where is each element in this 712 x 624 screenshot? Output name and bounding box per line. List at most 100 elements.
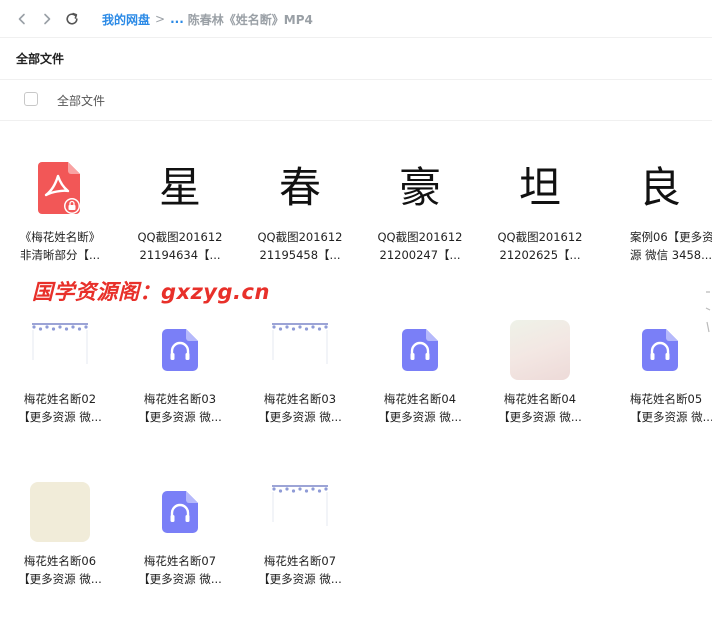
file-name-line2: 21200247【... xyxy=(379,248,461,262)
file-name-line1: 《梅花姓名断》 xyxy=(19,230,101,244)
file-thumbnail xyxy=(150,482,210,542)
file-name-line1: 梅花姓名断05 xyxy=(630,392,703,406)
breadcrumb-root[interactable]: 我的网盘 xyxy=(102,11,150,28)
pdf-file-icon xyxy=(38,162,80,214)
file-name: 梅花姓名断03 【更多资源 微... xyxy=(120,390,240,426)
file-item[interactable]: 梅花姓名断06 【更多资源 微... xyxy=(0,482,120,592)
chevron-left-icon xyxy=(18,13,25,25)
select-all-row: 全部文件 xyxy=(0,80,712,120)
select-all-label: 全部文件 xyxy=(57,94,106,108)
file-name-line1: 梅花姓名断07 xyxy=(263,554,337,568)
file-name: 梅花姓名断03 【更多资源 微... xyxy=(240,390,360,426)
file-thumbnail: 良 xyxy=(630,158,690,218)
file-name: 梅花姓名断04 【更多资源 微... xyxy=(360,390,480,426)
audio-file-icon xyxy=(402,329,438,371)
file-thumbnail xyxy=(390,320,450,380)
file-thumbnail xyxy=(510,320,570,380)
file-item[interactable]: 梅花姓名断04 【更多资源 微... xyxy=(360,320,480,430)
file-name-line1: 梅花姓名断03 xyxy=(143,392,217,406)
file-item[interactable]: 坦 QQ截图201612 21202625【... xyxy=(480,158,600,268)
audio-file-icon xyxy=(642,329,678,371)
banner-image-thumb xyxy=(272,323,328,364)
file-item[interactable]: 星 QQ截图201612 21194634【... xyxy=(120,158,240,268)
file-item[interactable]: 梅花姓名断02 【更多资源 微... xyxy=(0,320,120,430)
file-name: 梅花姓名断07 【更多资源 微... xyxy=(240,552,360,588)
file-name: QQ截图201612 21195458【... xyxy=(240,228,360,264)
file-item[interactable]: 良案例06【更多资源 微信 3458... xyxy=(600,158,712,268)
image-thumb-glyph: 豪 xyxy=(398,163,441,212)
file-name: 案例06【更多资源 微信 3458... xyxy=(600,228,712,264)
image-thumb-glyph: 良 xyxy=(638,163,681,212)
file-thumbnail xyxy=(30,482,90,542)
file-name-line2: 【更多资源 微... xyxy=(258,572,342,586)
watermark-text: 国学资源阁：gxzyg.cn xyxy=(32,280,270,304)
file-name-line2: 源 微信 3458... xyxy=(630,248,712,262)
file-item[interactable]: 豪 QQ截图201612 21200247【... xyxy=(360,158,480,268)
file-name-line1: 梅花姓名断07 xyxy=(143,554,217,568)
file-item[interactable]: 梅花姓名断05 【更多资源 微... xyxy=(600,320,712,430)
file-name-line1: 梅花姓名断04 xyxy=(503,392,577,406)
file-name: 梅花姓名断06 【更多资源 微... xyxy=(0,552,120,588)
file-name-line2: 21202625【... xyxy=(499,248,581,262)
file-thumbnail: 坦 xyxy=(510,158,570,218)
file-name-line2: 【更多资源 微... xyxy=(18,410,102,424)
chevron-right-icon xyxy=(44,13,51,25)
file-name-line1: 案例06【更多资 xyxy=(630,230,712,244)
file-name: 梅花姓名断02 【更多资源 微... xyxy=(0,390,120,426)
breadcrumb-separator: > xyxy=(155,12,166,26)
file-item[interactable]: 梅花姓名断03 【更多资源 微... xyxy=(240,320,360,430)
image-thumb xyxy=(510,320,570,380)
image-thumb-glyph: 春 xyxy=(278,163,321,212)
file-item[interactable]: 梅花姓名断07 【更多资源 微... xyxy=(240,482,360,592)
edge-decoration xyxy=(705,291,711,333)
image-thumb xyxy=(30,482,90,542)
file-name-line1: QQ截图201612 xyxy=(497,230,583,244)
file-name-line2: 21194634【... xyxy=(139,248,221,262)
file-name-line1: QQ截图201612 xyxy=(137,230,223,244)
file-item[interactable]: 梅花姓名断04 【更多资源 微... xyxy=(480,320,600,430)
file-name-line1: QQ截图201612 xyxy=(377,230,463,244)
file-item[interactable]: 春 QQ截图201612 21195458【... xyxy=(240,158,360,268)
file-name-line2: 【更多资源 微... xyxy=(630,410,712,424)
section-title: 全部文件 xyxy=(16,52,65,66)
file-thumbnail xyxy=(30,320,90,380)
file-name: QQ截图201612 21194634【... xyxy=(120,228,240,264)
breadcrumb-ellipsis[interactable]: ... xyxy=(170,12,184,26)
breadcrumb-current: 陈春林《姓名断》MP4 xyxy=(187,12,313,27)
file-name: QQ截图201612 21200247【... xyxy=(360,228,480,264)
breadcrumb: 我的网盘 > ... 陈春林《姓名断》MP4 xyxy=(102,10,313,28)
audio-file-icon xyxy=(162,491,198,533)
file-name-line2: 【更多资源 微... xyxy=(378,410,462,424)
file-name-line2: 【更多资源 微... xyxy=(498,410,582,424)
file-name: 梅花姓名断07 【更多资源 微... xyxy=(120,552,240,588)
file-item[interactable]: 《梅花姓名断》 非清晰部分【... xyxy=(0,158,120,268)
file-name: 《梅花姓名断》 非清晰部分【... xyxy=(0,228,120,264)
banner-image-thumb xyxy=(272,485,328,526)
file-name: 梅花姓名断05 【更多资源 微... xyxy=(600,390,712,426)
refresh-icon xyxy=(66,12,78,25)
file-name-line2: 【更多资源 微... xyxy=(258,410,342,424)
file-thumbnail xyxy=(630,320,690,380)
file-thumbnail: 豪 xyxy=(390,158,450,218)
file-name: QQ截图201612 21202625【... xyxy=(480,228,600,264)
file-item[interactable]: 梅花姓名断07 【更多资源 微... xyxy=(120,482,240,592)
file-name-line1: 梅花姓名断03 xyxy=(263,392,337,406)
image-thumb-glyph: 星 xyxy=(158,163,201,212)
audio-file-icon xyxy=(162,329,198,371)
divider xyxy=(0,120,712,121)
file-thumbnail xyxy=(30,158,90,218)
banner-image-thumb xyxy=(32,323,88,364)
file-item[interactable]: 梅花姓名断03 【更多资源 微... xyxy=(120,320,240,430)
file-name-line2: 【更多资源 微... xyxy=(138,572,222,586)
forward-button[interactable] xyxy=(37,9,57,29)
select-all-checkbox[interactable] xyxy=(24,92,38,106)
refresh-button[interactable] xyxy=(62,9,82,29)
file-name-line1: 梅花姓名断06 xyxy=(23,554,97,568)
file-name-line2: 【更多资源 微... xyxy=(18,572,102,586)
image-thumb-glyph: 坦 xyxy=(518,163,561,212)
file-name-line2: 【更多资源 微... xyxy=(138,410,222,424)
file-name-line1: 梅花姓名断02 xyxy=(23,392,97,406)
top-bar: 我的网盘 > ... 陈春林《姓名断》MP4 xyxy=(0,0,712,38)
file-name-line1: QQ截图201612 xyxy=(257,230,343,244)
back-button[interactable] xyxy=(12,9,32,29)
